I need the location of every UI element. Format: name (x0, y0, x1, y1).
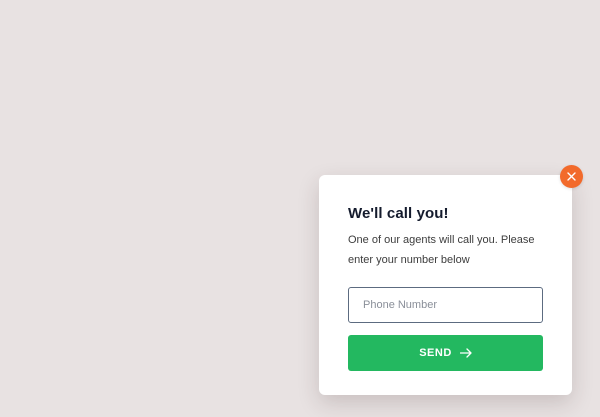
send-button[interactable]: SEND (348, 335, 543, 371)
phone-number-input[interactable] (348, 287, 543, 323)
popup-title: We'll call you! (348, 205, 449, 222)
close-icon (567, 172, 576, 181)
popup-description: One of our agents will call you. Please … (348, 234, 535, 266)
callback-popup: We'll call you! One of our agents will c… (319, 175, 572, 395)
arrow-right-icon (459, 348, 472, 358)
send-button-label: SEND (419, 347, 452, 359)
close-button[interactable] (560, 165, 583, 188)
